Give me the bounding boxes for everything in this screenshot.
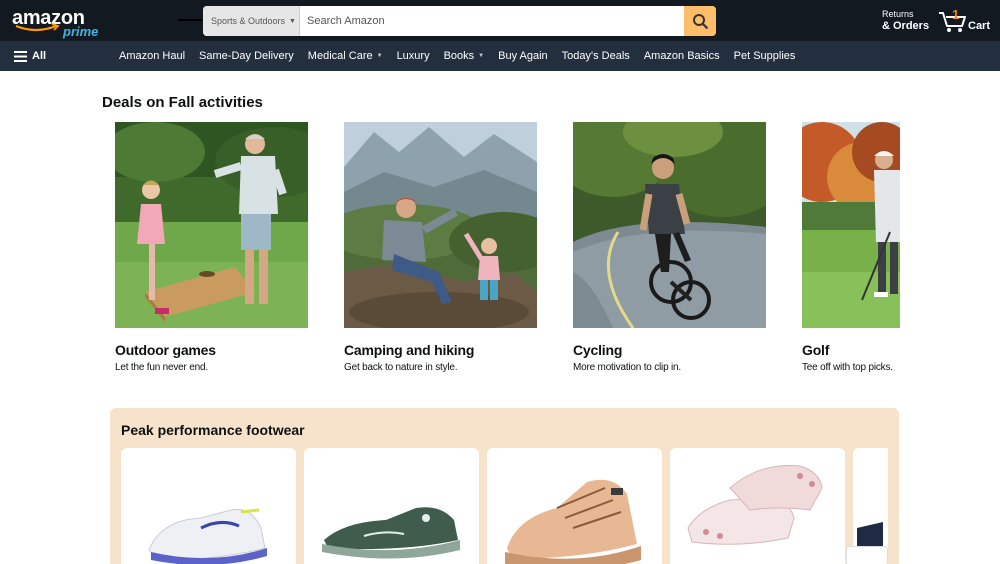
nav-bar: All Amazon Haul Same-Day Delivery Medica…: [0, 41, 1000, 71]
nav-item-pet-supplies[interactable]: Pet Supplies: [734, 50, 796, 62]
search-icon: [692, 13, 708, 29]
nav-item-label: Amazon Basics: [643, 50, 720, 62]
nav-item-label: Luxury: [396, 50, 430, 62]
search-bar: Sports & Outdoors ▼: [203, 6, 716, 36]
product-card-running-shoe-green[interactable]: [304, 448, 479, 564]
golf-image[interactable]: [802, 122, 900, 328]
search-category-dropdown[interactable]: Sports & Outdoors ▼: [203, 6, 300, 36]
nav-item-amazon-haul[interactable]: Amazon Haul: [119, 50, 185, 62]
header-divider: [178, 19, 202, 21]
deal-card-title[interactable]: Outdoor games: [115, 342, 309, 358]
nav-item-medical-care[interactable]: Medical Care ▼: [308, 50, 383, 62]
hiking-shoe-tan-image[interactable]: [487, 448, 662, 564]
amazon-prime-logo[interactable]: amazon prime: [12, 7, 102, 39]
cart-label: Cart: [968, 20, 991, 32]
section-title-footwear: Peak performance footwear: [121, 422, 305, 438]
nav-item-same-day-delivery[interactable]: Same-Day Delivery: [199, 50, 294, 62]
cycling-image[interactable]: [573, 122, 766, 328]
deal-card-title[interactable]: Cycling: [573, 342, 767, 358]
nav-item-label: Medical Care: [307, 50, 373, 62]
nav-links: Amazon Haul Same-Day Delivery Medical Ca…: [119, 50, 795, 62]
barefoot-shoe-pink-image[interactable]: [670, 448, 845, 564]
nav-item-books[interactable]: Books ▼: [444, 50, 485, 62]
logo-prime: prime: [63, 24, 99, 39]
nav-item-label: Amazon Haul: [119, 50, 186, 62]
camping-hiking-image[interactable]: [344, 122, 537, 328]
product-card-hiking-shoe-tan[interactable]: [487, 448, 662, 564]
product-card-running-shoe-white-purple[interactable]: [121, 448, 296, 564]
search-input[interactable]: [300, 6, 684, 36]
nav-item-label: Same-Day Delivery: [199, 50, 294, 62]
deal-card-cycling[interactable]: Cycling More motivation to clip in.: [573, 122, 767, 373]
nav-item-label: Today's Deals: [561, 50, 630, 62]
nav-item-todays-deals[interactable]: Today's Deals: [562, 50, 630, 62]
orders-label: & Orders: [882, 20, 930, 32]
chevron-down-icon: ▼: [376, 53, 383, 59]
chevron-down-icon: ▼: [289, 17, 296, 25]
footwear-product-row: [121, 448, 888, 564]
returns-label: Returns: [882, 9, 914, 19]
all-menu-label: All: [32, 50, 47, 62]
nav-item-luxury[interactable]: Luxury: [397, 50, 430, 62]
chevron-down-icon: ▼: [478, 53, 485, 59]
running-shoe-white-purple-image[interactable]: [121, 448, 296, 564]
deal-card-camping-hiking[interactable]: Camping and hiking Get back to nature in…: [344, 122, 538, 373]
cart-count: 1: [952, 7, 960, 22]
all-menu-button[interactable]: All: [14, 50, 46, 62]
deals-card-row: Outdoor games Let the fun never end. Cam…: [115, 122, 900, 382]
cart-button[interactable]: 1 Cart: [938, 7, 993, 35]
deal-card-subtitle: Let the fun never end.: [115, 362, 208, 373]
deal-card-subtitle: Get back to nature in style.: [344, 362, 458, 373]
top-header: amazon prime Sports & Outdoors ▼ Returns…: [0, 0, 1000, 41]
nav-item-label: Buy Again: [498, 50, 548, 62]
section-title-deals: Deals on Fall activities: [102, 94, 263, 111]
footwear-panel: Peak performance footwear: [110, 408, 899, 564]
deal-card-subtitle: Tee off with top picks.: [802, 362, 893, 373]
outdoor-games-image[interactable]: [115, 122, 308, 328]
deal-card-outdoor-games[interactable]: Outdoor games Let the fun never end.: [115, 122, 309, 373]
search-category-label: Sports & Outdoors: [211, 16, 286, 26]
running-shoe-green-image[interactable]: [304, 448, 479, 564]
deal-card-title[interactable]: Camping and hiking: [344, 342, 538, 358]
returns-orders-link[interactable]: Returns & Orders: [882, 10, 929, 32]
feedback-tab[interactable]: [846, 546, 888, 564]
hamburger-menu-icon: [14, 50, 27, 62]
deal-card-title[interactable]: Golf: [802, 342, 900, 358]
product-card-barefoot-shoe-pink[interactable]: [670, 448, 845, 564]
logo-smile-icon: [15, 23, 60, 32]
nav-item-buy-again[interactable]: Buy Again: [498, 50, 548, 62]
deal-card-subtitle: More motivation to clip in.: [573, 362, 681, 373]
deal-card-golf[interactable]: Golf Tee off with top picks.: [802, 122, 900, 373]
nav-item-amazon-basics[interactable]: Amazon Basics: [644, 50, 720, 62]
nav-item-label: Books: [443, 50, 475, 62]
search-button[interactable]: [684, 6, 716, 36]
nav-item-label: Pet Supplies: [733, 50, 796, 62]
